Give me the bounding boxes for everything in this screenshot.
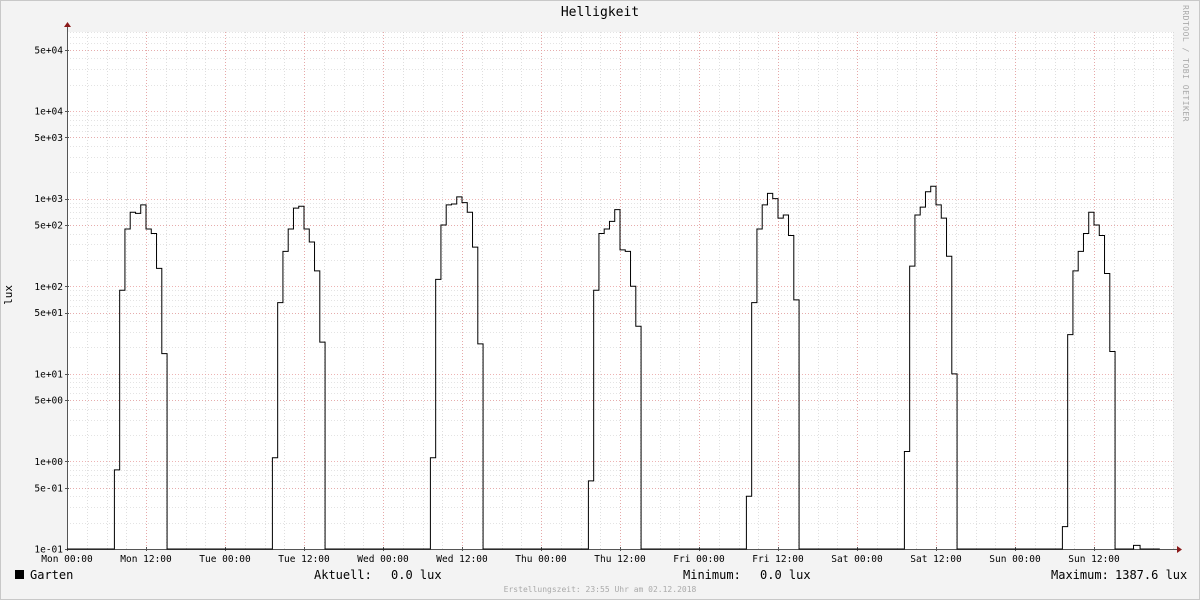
x-tick-label: Mon 00:00	[41, 554, 93, 565]
legend-current-value: 0.0 lux	[391, 568, 442, 582]
y-tick-label: 5e+04	[34, 45, 63, 56]
y-tick-label: 1e+04	[34, 107, 63, 118]
y-tick-label: 5e+02	[34, 221, 63, 232]
y-tick-label: 5e+00	[34, 396, 63, 407]
x-tick-label: Sun 12:00	[1068, 554, 1120, 565]
y-tick-label: 1e+01	[34, 369, 63, 380]
footer-timestamp: Erstellungszeit: 23:55 Uhr am 02.12.2018	[503, 585, 697, 594]
x-tick-label: Mon 12:00	[120, 554, 172, 565]
x-tick-label: Thu 00:00	[515, 554, 567, 565]
y-tick-labels: 1e-015e-011e+005e+001e+015e+011e+025e+02…	[34, 45, 63, 555]
x-tick-labels: Mon 00:00 Mon 12:00 Tue 00:00 Tue 12:00 Wed …	[41, 554, 1120, 565]
legend-swatch	[15, 570, 24, 579]
y-tick-label: 5e+01	[34, 308, 63, 319]
x-tick-label: Sun 00:00	[989, 554, 1041, 565]
x-tick-label: Wed 12:00	[436, 554, 488, 565]
chart-svg: 1e-015e-011e+005e+001e+015e+011e+025e+02…	[34, 22, 1182, 565]
y-axis-arrow	[64, 22, 71, 27]
y-tick-label: 1e+02	[34, 282, 63, 293]
x-axis-arrow	[1177, 546, 1182, 553]
x-tick-label: Tue 00:00	[199, 554, 251, 565]
x-tick-label: Fri 00:00	[673, 554, 725, 565]
x-tick-label: Tue 12:00	[278, 554, 330, 565]
legend-series-name: Garten	[30, 568, 74, 582]
x-tick-label: Thu 12:00	[594, 554, 646, 565]
legend-current-label: Aktuell:	[314, 568, 372, 582]
x-tick-label: Sat 00:00	[831, 554, 883, 565]
x-tick-label: Wed 00:00	[357, 554, 409, 565]
y-tick-label: 1e+00	[34, 457, 63, 468]
legend-min-value: 0.0 lux	[760, 568, 811, 582]
legend-max-value: 1387.6 lux	[1115, 568, 1188, 582]
y-tick-label: 1e+03	[34, 194, 63, 205]
x-tick-label: Sat 12:00	[910, 554, 962, 565]
y-tick-label: 5e-01	[34, 483, 63, 494]
x-tick-label: Fri 12:00	[752, 554, 804, 565]
y-tick-label: 5e+03	[34, 133, 63, 144]
legend-min-label: Minimum:	[683, 568, 741, 582]
legend-max-label: Maximum:	[1051, 568, 1109, 582]
